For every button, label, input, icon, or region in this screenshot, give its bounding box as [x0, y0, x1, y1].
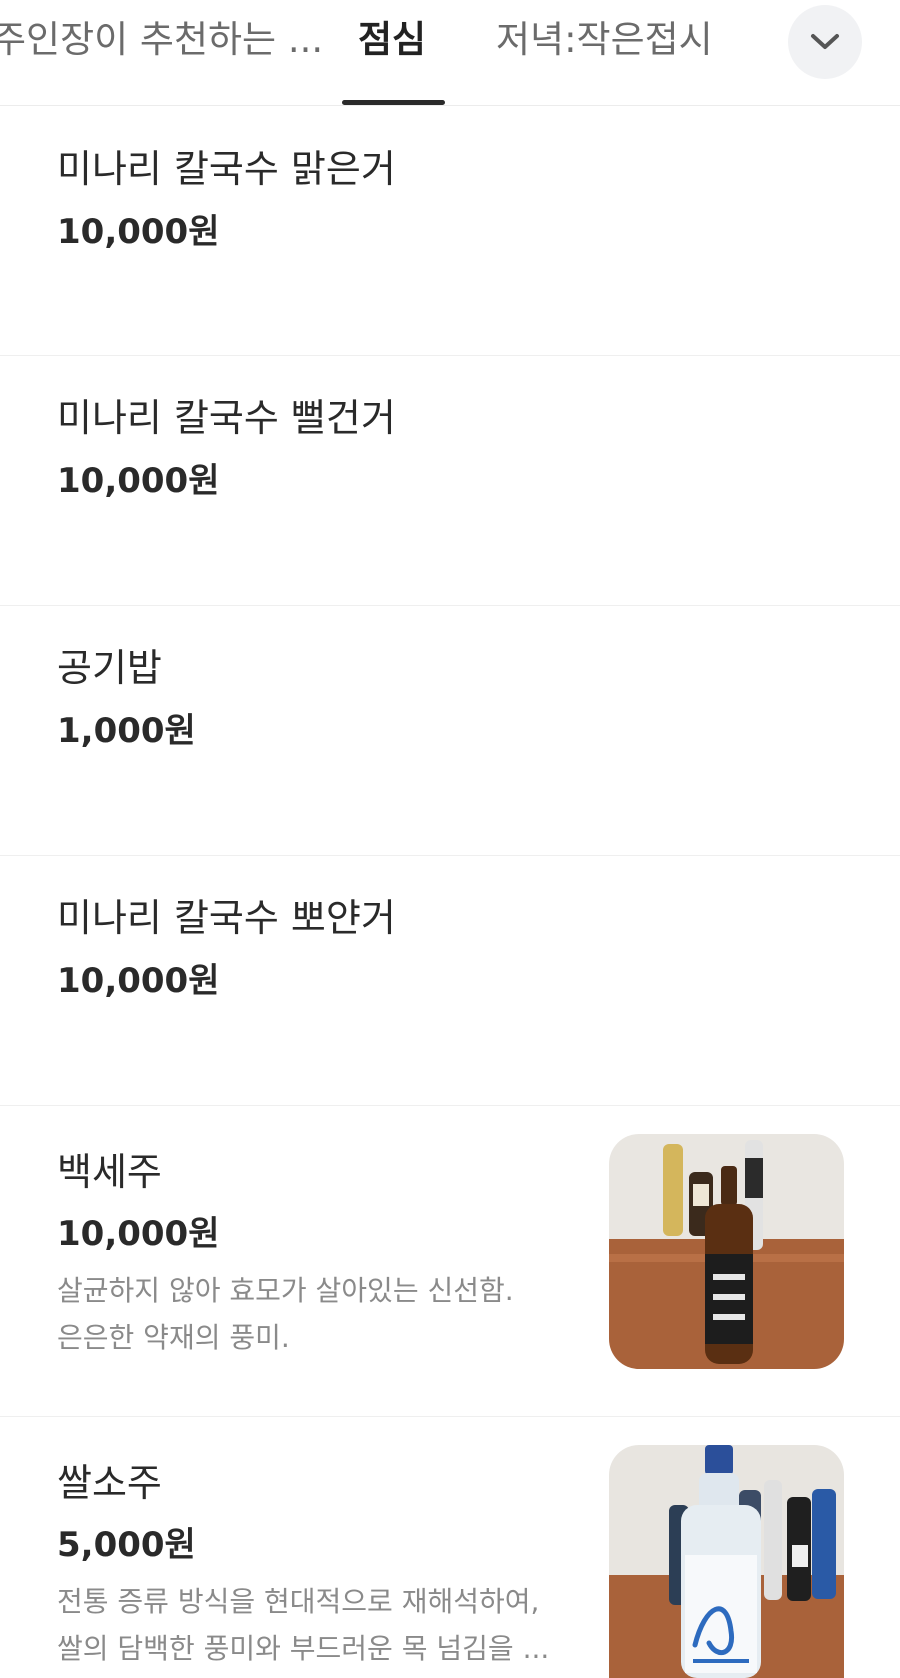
item-name: 백세주	[57, 1150, 162, 1194]
description-line: 쌀의 담백한 풍미와 부드러운 목 넘김을 ...	[57, 1632, 550, 1665]
description-line: 살균하지 않아 효모가 살아있는 신선함.	[57, 1274, 514, 1307]
item-price: 10,000원	[57, 1214, 220, 1254]
item-price: 5,000원	[57, 1525, 196, 1565]
menu-item[interactable]: 미나리 칼국수 뽀얀거 10,000원	[0, 856, 900, 1106]
item-price: 1,000원	[57, 711, 196, 751]
menu-item[interactable]: 공기밥 1,000원	[0, 606, 900, 856]
tab-lunch[interactable]: 점심	[358, 10, 426, 70]
tab-recommended[interactable]: 주인장이 추천하는 ...	[0, 10, 323, 70]
menu-item[interactable]: 백세주 10,000원 살균하지 않아 효모가 살아있는 신선함. 은은한 약재…	[0, 1106, 900, 1417]
item-name: 쌀소주	[57, 1461, 162, 1505]
description-line: 전통 증류 방식을 현대적으로 재해석하여,	[57, 1585, 540, 1618]
chevron-down-icon	[811, 34, 839, 49]
description-line: 은은한 약재의 풍미.	[57, 1321, 290, 1354]
menu-item[interactable]: 미나리 칼국수 뻘건거 10,000원	[0, 356, 900, 606]
category-dropdown-button[interactable]	[788, 5, 862, 79]
item-name: 공기밥	[57, 646, 162, 690]
category-tab-bar: 주인장이 추천하는 ... 점심 저녁:작은접시	[0, 0, 900, 106]
item-name: 미나리 칼국수 뻘건거	[57, 396, 396, 440]
menu-item[interactable]: 미나리 칼국수 맑은거 10,000원	[0, 106, 900, 356]
item-description: 전통 증류 방식을 현대적으로 재해석하여, 쌀의 담백한 풍미와 부드러운 목…	[57, 1578, 557, 1672]
item-photo	[609, 1134, 844, 1369]
item-price: 10,000원	[57, 961, 220, 1001]
tab-dinner-small-plates[interactable]: 저녁:작은접시	[496, 10, 713, 70]
item-photo	[609, 1445, 844, 1678]
item-name: 미나리 칼국수 맑은거	[57, 147, 396, 191]
item-price: 10,000원	[57, 212, 220, 252]
active-tab-indicator	[342, 100, 445, 105]
item-description: 살균하지 않아 효모가 살아있는 신선함. 은은한 약재의 풍미.	[57, 1267, 557, 1361]
item-price: 10,000원	[57, 461, 220, 501]
item-name: 미나리 칼국수 뽀얀거	[57, 896, 396, 940]
menu-item[interactable]: 쌀소주 5,000원 전통 증류 방식을 현대적으로 재해석하여, 쌀의 담백한…	[0, 1417, 900, 1678]
